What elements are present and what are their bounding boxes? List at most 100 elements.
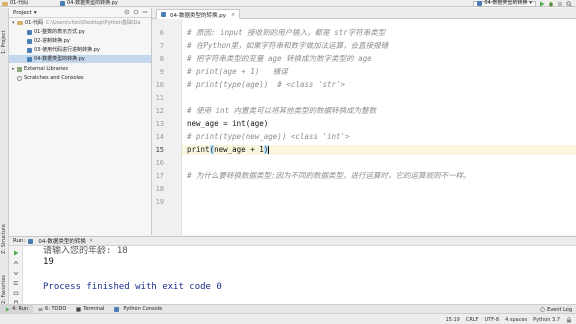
breadcrumb-file-label: 04-数据类型的转换.py	[67, 0, 118, 6]
line-number: 13	[155, 120, 164, 128]
chevron-down-icon: ▾	[529, 0, 532, 6]
tab-todo-label: 6: TODO	[45, 306, 67, 312]
folder-icon	[17, 21, 23, 25]
tree-file[interactable]: 02-进制转换.py	[27, 37, 70, 45]
rerun-icon[interactable]	[13, 250, 19, 256]
indent-setting[interactable]: 4 spaces	[505, 317, 527, 323]
tree-root-name: 01-代码	[25, 20, 44, 26]
close-icon[interactable]: ×	[89, 238, 94, 244]
run-toolbar	[9, 246, 23, 312]
line-number: 18	[155, 185, 164, 193]
event-log-icon	[540, 307, 545, 312]
line-number: 10	[155, 81, 164, 89]
tree-root-folder[interactable]: ▾ 01-代码 C:\Users\chini\Desktop\Python基础\…	[12, 19, 141, 27]
run-widget: 04-数据类型的转换 ▾	[473, 0, 572, 7]
python-interpreter[interactable]: Python 3.7	[533, 317, 560, 323]
python-file-icon	[27, 29, 32, 35]
tree-scratches[interactable]: Scratches and Consoles	[17, 74, 84, 82]
locate-icon[interactable]	[124, 9, 130, 15]
tree-root-path: C:\Users\chini\Desktop\Python基础\Da	[46, 20, 141, 26]
breadcrumb-project[interactable]: 01-代码	[2, 0, 28, 7]
line-number: 12	[155, 107, 164, 115]
code-line-current: print(new_age + 1)	[187, 145, 270, 154]
arrow-down-icon[interactable]	[13, 270, 19, 276]
code-comment-line: # print(age + 1) 错误	[187, 67, 288, 76]
hide-panel-icon[interactable]	[142, 9, 148, 15]
tree-file-label: 01-整数的表示方式.py	[34, 29, 85, 35]
tree-file[interactable]: 01-整数的表示方式.py	[27, 28, 85, 36]
line-number: 9	[159, 68, 164, 76]
print-icon[interactable]	[13, 290, 19, 296]
tree-file-selected[interactable]: 04-数据类型的转换.py	[9, 55, 151, 63]
run-config-tab[interactable]: 04-数据类型的转换	[38, 237, 85, 245]
line-number: 16	[155, 159, 164, 167]
line-number: 19	[155, 198, 164, 206]
console-output-line: 19	[43, 257, 54, 267]
folder-icon	[2, 1, 8, 6]
text-caret	[268, 146, 270, 154]
line-number: 15	[155, 146, 164, 154]
tool-tab-favorites-label: 2: Favorites	[1, 274, 7, 304]
python-console-icon	[114, 306, 120, 312]
breadcrumb-file[interactable]: 04-数据类型的转换.py	[60, 0, 118, 7]
project-panel-header: Project ▾	[9, 8, 151, 18]
python-file-icon	[477, 1, 483, 6]
breadcrumb-project-label: 01-代码	[10, 0, 29, 6]
lock-icon[interactable]	[566, 316, 572, 323]
soft-wrap-icon[interactable]	[13, 280, 19, 286]
python-file-icon	[27, 56, 32, 62]
line-number: 11	[155, 94, 164, 102]
close-icon[interactable]: ×	[231, 12, 235, 18]
code-comment-line: # 把字符串类型的变量 age 转换成为数字类型的 age	[187, 54, 372, 63]
python-file-icon	[27, 38, 32, 44]
editor-tab-bar: 04-数据类型的转换.py ×	[152, 8, 576, 19]
line-separator[interactable]: CRLF	[466, 317, 479, 323]
tool-tab-project-label: 1: Project	[1, 30, 7, 54]
caret-position[interactable]: 15:19	[445, 317, 459, 323]
tab-python-console-label: Python Console	[123, 306, 163, 312]
chevron-down-icon[interactable]: ▾	[34, 10, 37, 16]
line-number: 14	[155, 133, 164, 141]
file-encoding[interactable]: UTF-8	[485, 317, 500, 323]
tree-external-libraries[interactable]: ▸ External Libraries	[12, 65, 68, 73]
run-configuration-select[interactable]: 04-数据类型的转换 ▾	[473, 0, 536, 7]
python-file-icon	[28, 238, 34, 244]
status-bar: 15:19 CRLF UTF-8 4 spaces Python 3.7	[0, 313, 576, 324]
library-icon	[17, 66, 22, 72]
stop-icon[interactable]	[557, 1, 563, 7]
run-configuration-label: 04-数据类型的转换	[484, 0, 528, 6]
debug-icon[interactable]	[548, 1, 554, 7]
tab-event-log-label: Event Log	[547, 306, 572, 313]
left-tool-strip: 1: Project Z: Structure 2: Favorites	[0, 8, 9, 312]
run-console[interactable]: 请输入您的年龄: 18 19 Process finished with exi…	[23, 246, 576, 312]
tab-run-label: 4: Run	[12, 306, 29, 312]
tree-file[interactable]: 03-使用代码进行进制转换.py	[27, 46, 100, 54]
code-line: new_age = int(age)	[187, 119, 269, 128]
gear-icon[interactable]	[133, 9, 139, 15]
project-panel: Project ▾ ▾ 01-代码 C:\Users\chini\Desktop…	[9, 8, 152, 235]
code-comment-line: # print(type(age)) # <class 'str'>	[187, 80, 346, 89]
terminal-icon	[76, 306, 81, 312]
code-editor[interactable]: print(new_age + 1) # 原因: input 接收到的用户输入，…	[182, 19, 576, 235]
run-icon[interactable]	[539, 1, 545, 7]
navigation-bar: 01-代码 04-数据类型的转换.py 04-数据类型的转换 ▾	[0, 0, 576, 7]
code-token: new_age + 1	[214, 145, 264, 154]
editor-tab-active[interactable]: 04-数据类型的转换.py ×	[156, 9, 241, 19]
editor-tab-label: 04-数据类型的转换.py	[170, 12, 226, 19]
tree-scratches-label: Scratches and Consoles	[24, 75, 84, 81]
tab-terminal-label: Terminal	[83, 306, 105, 312]
search-icon[interactable]	[566, 0, 572, 7]
line-number: 7	[159, 42, 164, 50]
arrow-up-icon[interactable]	[13, 260, 19, 266]
code-comment-line: # 在Python里，如果字符串和数字做加法运算，会直接报错	[187, 41, 389, 50]
project-panel-title[interactable]: Project	[13, 10, 32, 16]
code-comment-line: # 为什么要转换数据类型:因为不同的数据类型，进行运算时，它的运算规则不一样。	[187, 171, 471, 180]
code-token: print	[187, 145, 210, 154]
line-number: 6	[159, 29, 164, 37]
code-comment-line: # 使用 int 内置类可以将其他类型的数据转换成为整数	[187, 106, 377, 115]
run-panel-label: Run:	[13, 238, 26, 244]
python-file-icon	[27, 47, 32, 53]
tool-tab-structure-label: Z: Structure	[1, 224, 7, 254]
line-number-gutter: 6 7 8 9 10 11 12 13 14 15 16 17 18 19	[152, 19, 182, 235]
python-file-icon	[60, 1, 65, 6]
